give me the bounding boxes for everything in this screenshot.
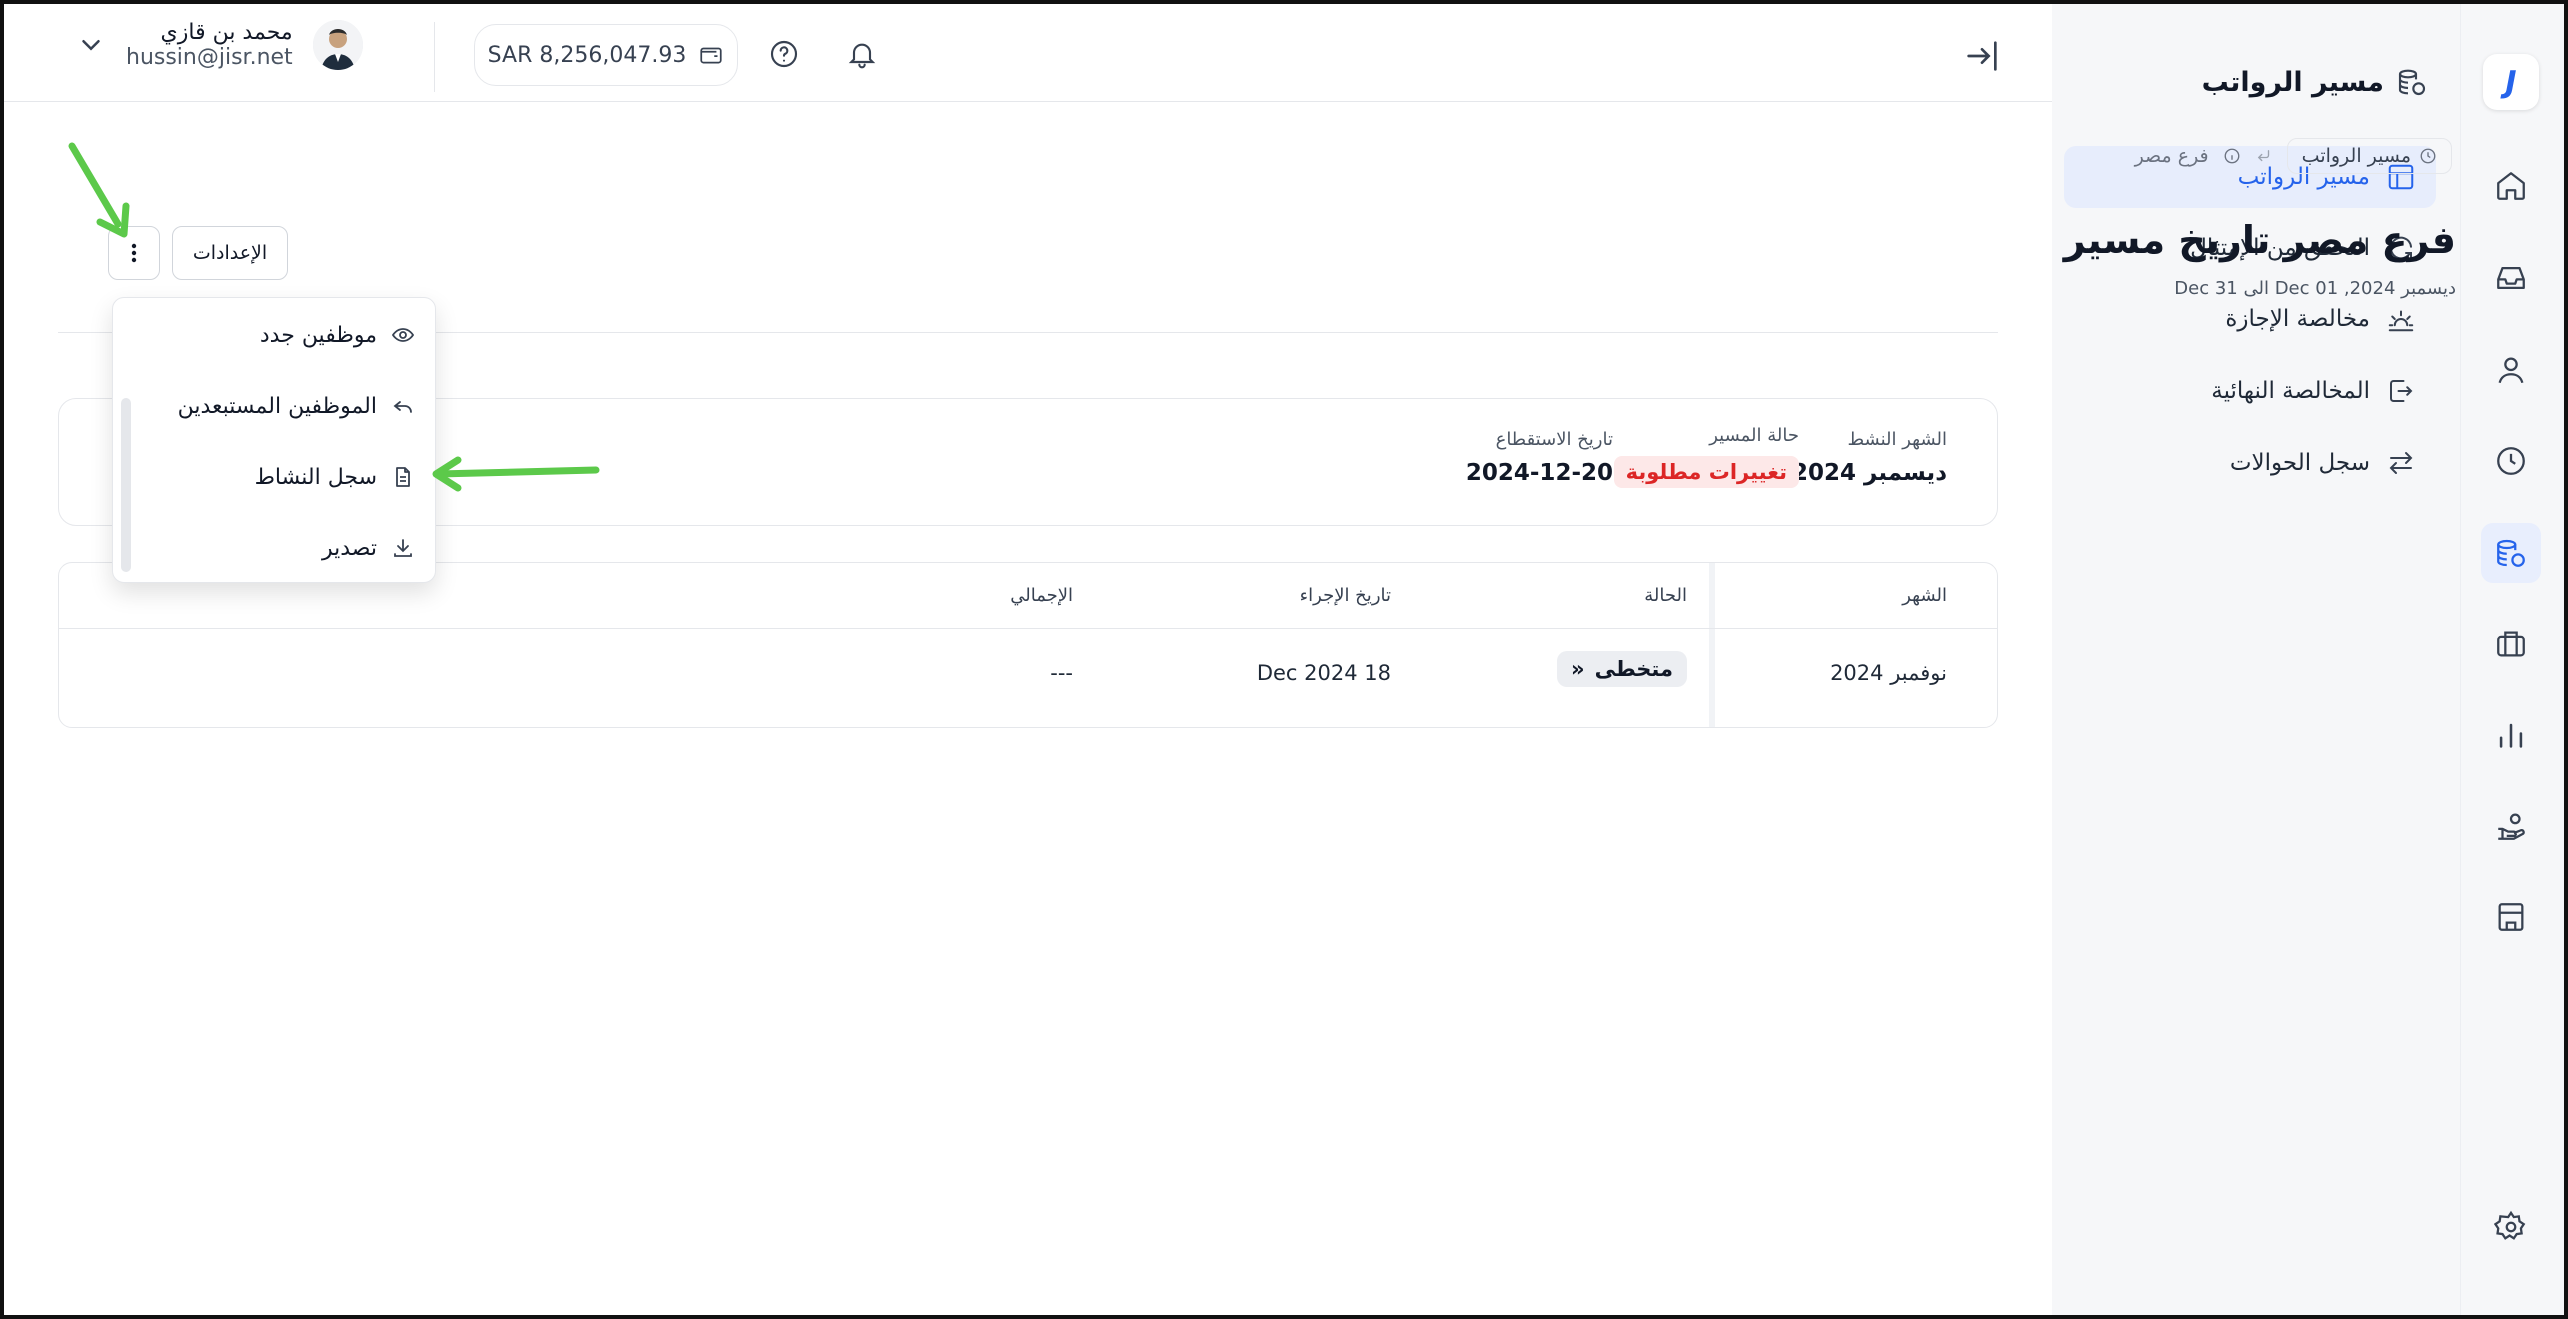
bell-icon[interactable] [846,38,878,70]
page-subtitle: ديسمبر 2024, Dec 01 الى Dec 31 [2174,278,2456,299]
return-arrow-icon [2257,150,2269,162]
breadcrumb-current: فرع مصر [2134,145,2209,167]
active-month-stat: الشهر النشط ديسمبر 2024 [1792,429,1947,486]
home-icon[interactable] [2481,156,2541,216]
user-name: محمد بن قازي [160,20,293,45]
row-status-badge[interactable]: متخطى « [1557,651,1687,687]
download-icon [394,539,412,557]
header-action-date: تاريخ الإجراء [1299,585,1391,606]
deduction-date-stat: تاريخ الاستقطاع 2024-12-20 [1465,429,1613,486]
chevron-down-icon[interactable] [76,30,106,60]
exit-icon [2390,380,2413,402]
avatar [312,20,363,70]
menu-item-activity-log[interactable]: سجل النشاط [255,457,415,497]
coins-icon[interactable] [2481,523,2541,583]
building-icon[interactable] [2481,887,2541,947]
header-month: الشهر [1902,585,1947,606]
inbox-icon[interactable] [2481,248,2541,308]
header-status: الحالة [1644,585,1687,606]
settings-icon[interactable] [2481,1197,2541,1257]
app-logo[interactable]: J [2483,54,2539,110]
double-chevron-icon: « [1571,657,1585,681]
menu-item-excluded-employees[interactable]: الموظفين المستبعدين [178,386,415,426]
settings-button[interactable]: الإعدادات [172,226,288,280]
sidebar: مسير الرواتب مسير الرواتب التحقق من الإم… [2052,4,2460,1315]
active-month-value: ديسمبر 2024 [1792,460,1947,486]
more-vertical-icon [131,243,137,263]
sidebar-item-final-settlement[interactable]: المخالصة النهائية [2064,360,2436,422]
collapse-sidebar-icon[interactable] [1962,36,2002,76]
chart-icon[interactable] [2481,705,2541,765]
user-email: hussin@jisr.net [126,45,293,70]
row-total: --- [1050,661,1073,685]
breadcrumb: مسير الرواتب فرع مصر [2135,138,2452,174]
sidebar-item-transfers[interactable]: سجل الحوالات [2064,432,2436,494]
hand-coins-icon[interactable] [2481,796,2541,856]
file-text-icon [396,467,410,487]
menu-item-new-employees[interactable]: موظفين جدد [260,315,415,355]
row-action-date: Dec 2024 18 [1256,661,1391,685]
sunset-icon [2388,310,2414,332]
user-icon[interactable] [2481,340,2541,400]
sidebar-title: مسير الرواتب [2202,66,2428,98]
wallet-icon [700,47,722,64]
menu-scrollbar[interactable] [121,398,131,572]
row-month: نوفمبر 2024 [1830,661,1947,685]
reply-icon [393,401,412,413]
clock-icon[interactable] [2481,431,2541,491]
breadcrumb-parent[interactable]: مسير الرواتب [2286,138,2452,174]
header-total: الإجمالي [1010,585,1073,606]
user-menu[interactable]: محمد بن قازي hussin@jisr.net [76,20,363,70]
eye-icon [391,328,415,342]
top-bar: محمد بن قازي hussin@jisr.net SAR 8,256,0… [4,4,2052,102]
info-icon [2224,148,2240,164]
wallet-balance[interactable]: SAR 8,256,047.93 [474,24,738,86]
deduction-date-value: 2024-12-20 [1465,460,1613,486]
payroll-history-table: الشهر الحالة تاريخ الإجراء الإجمالي نوفم… [58,562,1998,728]
briefcase-icon[interactable] [2481,614,2541,674]
help-icon[interactable] [768,38,800,70]
more-options-menu: موظفين جدد الموظفين المستبعدين سجل النشا… [112,297,436,583]
swap-icon [2389,452,2413,474]
annotation-arrow-down [68,142,130,238]
annotation-arrow-left [432,456,600,492]
icon-rail: J [2460,4,2564,1315]
menu-item-export[interactable]: تصدير [322,528,415,568]
clock-icon [2420,148,2436,164]
coins-icon [2398,69,2426,96]
page-title: فرع مصر تاريخ مسير [2063,218,2456,262]
status-badge: تغييرات مطلوبة [1613,456,1799,488]
header-divider [434,22,435,92]
payroll-status-stat: حالة المسير تغييرات مطلوبة [1613,425,1799,488]
